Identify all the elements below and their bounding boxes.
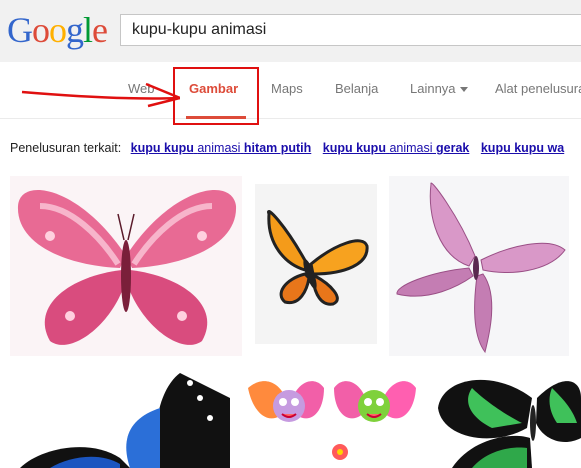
related-link-bold: wa [547, 141, 565, 155]
logo-letter: o [32, 10, 50, 50]
tab-shopping[interactable]: Belanja [335, 81, 378, 96]
chevron-down-icon [459, 87, 468, 93]
logo-letter: l [83, 10, 93, 50]
related-link[interactable]: kupu kupu animasi gerak [323, 141, 470, 155]
logo-letter: o [49, 10, 67, 50]
related-link-bold: gerak [436, 141, 470, 155]
related-link-bold: kupu kupu [322, 141, 386, 155]
image-result-cartoon-butterflies[interactable] [244, 368, 420, 468]
header-bar: Google kupu-kupu animasi [0, 0, 581, 63]
related-link[interactable]: kupu kupu animasi hitam putih [131, 141, 312, 155]
image-result-pink-butterfly[interactable] [10, 176, 242, 356]
search-input[interactable]: kupu-kupu animasi [120, 14, 581, 46]
related-label: Penelusuran terkait: [10, 141, 122, 155]
annotation-arrow-icon [21, 82, 180, 108]
image-result-blue-butterfly[interactable] [10, 368, 232, 468]
image-result-green-butterfly[interactable] [432, 368, 581, 468]
related-link-plain: animasi [197, 141, 241, 155]
related-link[interactable]: kupu kupu wa [481, 141, 564, 155]
tab-maps[interactable]: Maps [271, 81, 303, 96]
butterfly-image [396, 182, 566, 354]
related-link-bold: kupu kupu [480, 141, 545, 155]
logo-letter: G [7, 10, 33, 50]
butterfly-image [17, 190, 237, 345]
butterfly-image [266, 210, 369, 306]
butterfly-image [248, 381, 416, 460]
related-searches: Penelusuran terkait: kupu kupu animasi h… [10, 141, 564, 155]
tab-more[interactable]: Lainnya [410, 81, 468, 96]
logo-letter: g [66, 10, 84, 50]
related-link-plain: animasi [389, 141, 433, 155]
image-result-orange-butterfly[interactable] [255, 184, 377, 344]
related-link-bold: kupu kupu [130, 141, 194, 155]
tab-search-tools[interactable]: Alat penelusuran [495, 81, 581, 96]
annotation-highlight-box [173, 67, 259, 125]
google-logo[interactable]: Google [7, 9, 108, 51]
logo-letter: e [92, 10, 108, 50]
tab-more-label: Lainnya [410, 81, 456, 96]
related-link-bold: hitam putih [243, 141, 312, 155]
butterfly-image [20, 373, 230, 468]
image-result-purple-butterfly[interactable] [389, 176, 569, 356]
butterfly-image [438, 379, 581, 468]
